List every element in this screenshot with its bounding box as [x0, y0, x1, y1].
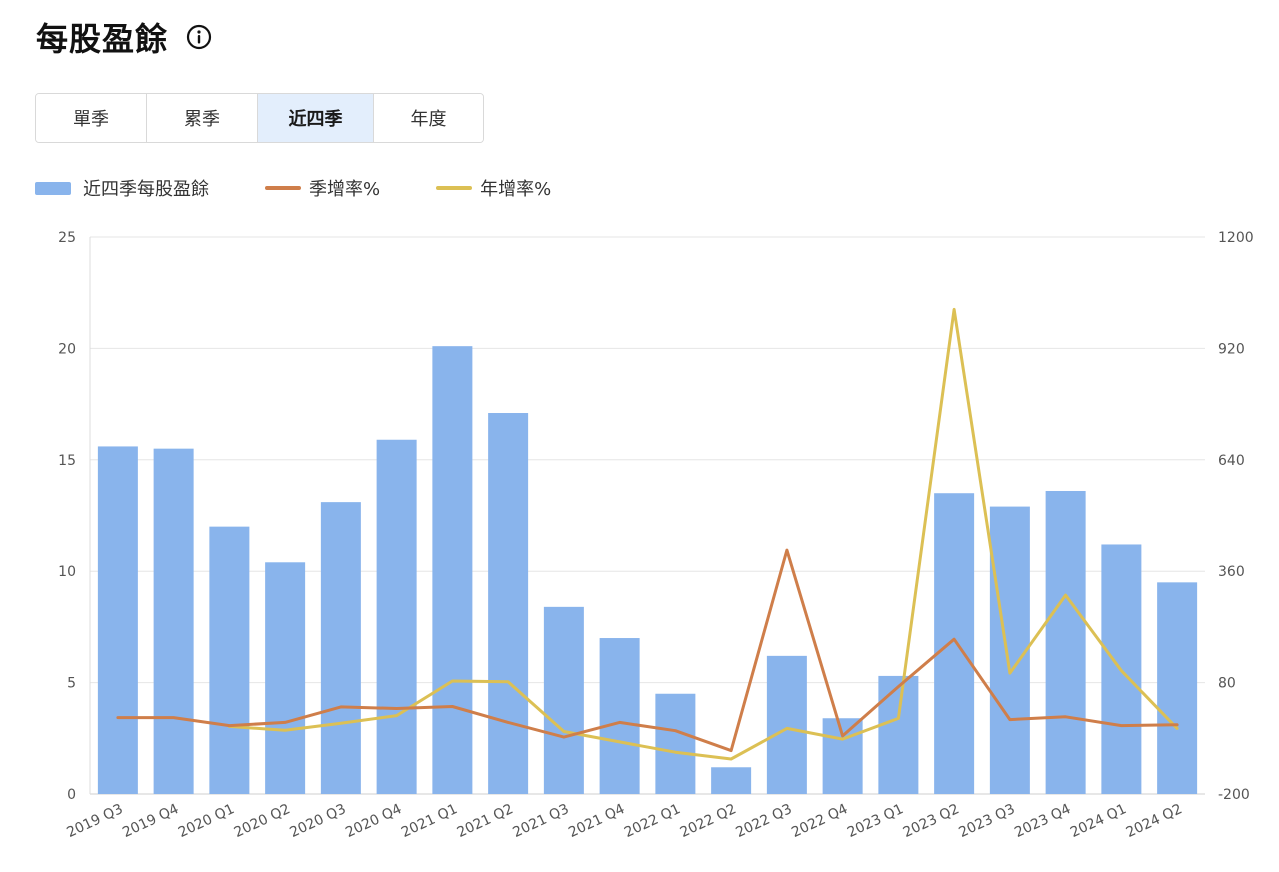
- x-tick-label: 2024 Q1: [1068, 801, 1129, 841]
- x-tick-label: 2020 Q1: [176, 801, 237, 841]
- x-tick-label: 2022 Q2: [678, 801, 739, 841]
- eps-bar: [655, 693, 696, 794]
- y-tick-right: -200: [1218, 787, 1250, 803]
- eps-bar: [432, 346, 473, 794]
- x-tick-label: 2022 Q3: [733, 801, 794, 841]
- x-tick-label: 2022 Q4: [789, 801, 850, 841]
- y-tick-left: 25: [58, 230, 76, 246]
- eps-bar: [599, 638, 640, 794]
- x-tick-label: 2023 Q2: [901, 801, 962, 841]
- eps-bar: [97, 446, 138, 794]
- eps-bar: [766, 655, 807, 794]
- x-tick-label: 2024 Q2: [1124, 801, 1185, 841]
- x-tick-label: 2021 Q1: [399, 801, 460, 841]
- y-tick-left: 5: [67, 676, 76, 692]
- y-tick-right: 640: [1218, 453, 1245, 469]
- x-tick-label: 2021 Q4: [566, 801, 627, 841]
- eps-bar: [209, 526, 250, 794]
- eps-bar: [711, 767, 752, 794]
- y-tick-right: 80: [1218, 676, 1236, 692]
- eps-chart: 0 5 10 15 20 25 -200 80 360 640 920 1200 2019 Q32019…: [58, 230, 1254, 841]
- y-tick-right: 920: [1218, 341, 1245, 357]
- x-tick-label: 2023 Q4: [1012, 801, 1073, 841]
- eps-bar: [989, 506, 1030, 794]
- y-tick-left: 0: [67, 787, 76, 803]
- x-tick-label: 2019 Q3: [64, 801, 125, 841]
- x-tick-label: 2021 Q2: [455, 801, 516, 841]
- eps-bar: [934, 493, 975, 794]
- x-tick-label: 2020 Q3: [287, 801, 348, 841]
- y-tick-left: 10: [58, 564, 76, 580]
- eps-bar: [822, 718, 863, 794]
- x-tick-label: 2020 Q4: [343, 801, 404, 841]
- eps-bar: [1157, 582, 1198, 794]
- y-tick-left: 15: [58, 453, 76, 469]
- y-tick-right: 360: [1218, 564, 1245, 580]
- x-tick-label: 2021 Q3: [510, 801, 571, 841]
- eps-bar: [320, 502, 361, 794]
- eps-bar: [1045, 490, 1086, 794]
- x-tick-label: 2023 Q1: [845, 801, 906, 841]
- eps-bar: [153, 448, 194, 794]
- eps-bar: [488, 413, 529, 794]
- eps-bar: [878, 675, 919, 794]
- x-tick-label: 2022 Q1: [622, 801, 683, 841]
- eps-bar: [265, 562, 306, 794]
- eps-bar: [543, 606, 584, 794]
- x-tick-label: 2019 Q4: [120, 801, 181, 841]
- y-tick-right: 1200: [1218, 230, 1254, 246]
- eps-bar: [376, 439, 417, 794]
- x-tick-label: 2023 Q3: [956, 801, 1017, 841]
- x-tick-label: 2020 Q2: [232, 801, 293, 841]
- y-tick-left: 20: [58, 341, 76, 357]
- yoy-line: [227, 307, 1179, 761]
